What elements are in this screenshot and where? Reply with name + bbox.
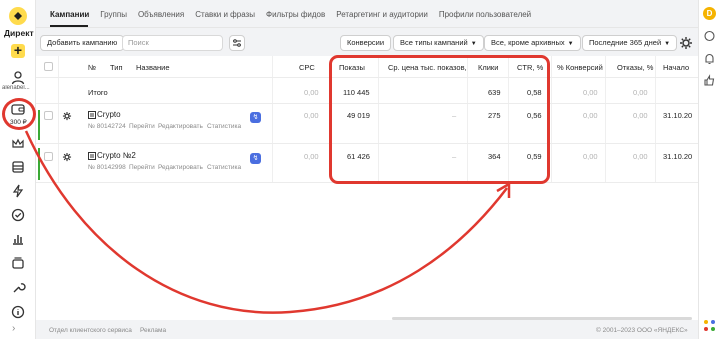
left-sidebar: Директ + alenabel... 300 ₽ › [0,0,36,339]
campaign-types-select[interactable]: Все типы кампаний ▼ [393,35,484,51]
edit-link[interactable]: Редактировать [158,164,203,171]
column-divider [551,56,552,182]
right-sidebar: D [698,0,720,339]
check-circle-icon[interactable] [10,207,26,223]
lightning-icon[interactable] [10,183,26,199]
gear-icon[interactable] [678,35,694,51]
tab-retargeting[interactable]: Ретаргетинг и аудитории [336,8,428,26]
tab-groups[interactable]: Группы [100,8,127,26]
cell-conversions: 0,00 [583,111,598,120]
campaign-id: № 80142998 [88,164,126,171]
add-campaign-button[interactable]: Добавить кампанию [40,35,125,51]
gear-icon[interactable] [62,111,72,121]
column-header-conversions[interactable]: % Конверсий [557,63,603,72]
tab-user-profiles[interactable]: Профили пользователей [439,8,531,26]
cell-cpc: 0,00 [304,111,319,120]
row-checkbox[interactable] [44,152,53,161]
active-status-indicator [38,148,40,180]
campaign-name-link[interactable]: Crypto №2 [97,151,136,160]
horizontal-scrollbar[interactable] [392,317,692,320]
period-value: Последние 365 дней [589,38,662,47]
column-divider [655,56,656,182]
bell-icon[interactable] [703,52,716,65]
avatar[interactable]: D [703,7,716,20]
tab-bids[interactable]: Ставки и фразы [195,8,255,26]
column-header-start[interactable]: Начало [663,63,689,72]
period-select[interactable]: Последние 365 дней ▼ [582,35,678,51]
column-header-bounces[interactable]: Отказы, % [617,63,653,72]
chevron-down-icon: ▼ [470,41,477,47]
cell-bounces: 0,00 [633,152,648,161]
go-to-link[interactable]: Перейти [129,164,155,171]
highlight-circle [2,98,36,130]
conversions-button[interactable]: Конверсии [340,35,392,51]
campaign-type-icon [88,111,96,119]
column-divider [58,56,59,182]
search-input[interactable]: Поиск [122,35,223,51]
statistics-link[interactable]: Статистика [207,164,241,171]
expand-sidebar-icon[interactable]: › [12,323,15,334]
select-all-checkbox[interactable] [44,62,53,71]
yandex-direct-logo-icon[interactable] [9,7,27,25]
strategy-badge-icon[interactable]: ↯ [250,153,261,164]
campaign-types-value: Все типы кампаний [400,38,468,47]
copyright: © 2001–2023 ООО «ЯНДЕКС» [596,327,688,334]
wrench-icon[interactable] [10,280,26,296]
campaign-name-link[interactable]: Crypto [97,110,121,119]
campaign-type-icon [88,152,96,160]
edit-link[interactable]: Редактировать [158,123,203,130]
column-header-num[interactable]: № [88,63,96,72]
cell-bounces: 0,00 [633,111,648,120]
layers-icon[interactable] [10,255,26,271]
user-login-label: alenabel... [2,85,30,91]
user-icon[interactable] [10,70,26,86]
status-filter-value: Все, кроме архивных [491,38,565,47]
total-cpc: 0,00 [304,88,319,97]
highlight-rectangle [329,55,550,184]
chevron-down-icon: ▼ [664,41,671,47]
column-header-name[interactable]: Название [136,63,170,72]
thumbs-up-icon[interactable] [703,74,716,87]
strategy-badge-icon[interactable]: ↯ [250,112,261,123]
gear-icon[interactable] [62,152,72,162]
column-divider [272,56,273,182]
total-bounces: 0,00 [633,88,648,97]
cell-cpc: 0,00 [304,152,319,161]
status-filter-select[interactable]: Все, кроме архивных ▼ [484,35,581,51]
chat-icon[interactable] [703,30,716,43]
statistics-link[interactable]: Статистика [207,123,241,130]
top-tabs: Кампании Группы Объявления Ставки и фраз… [50,8,542,26]
column-header-cpc[interactable]: CPC [299,63,315,72]
conversions-label: Конверсии [347,38,385,47]
create-button[interactable]: + [11,43,25,58]
total-label: Итого [88,88,108,97]
go-to-link[interactable]: Перейти [129,123,155,130]
bar-chart-icon[interactable] [10,231,26,247]
campaigns-list-icon[interactable] [10,159,26,175]
tab-ads[interactable]: Объявления [138,8,184,26]
column-divider [605,56,606,182]
cell-start-date: 31.10.20 [663,152,693,161]
advertising-link[interactable]: Реклама [140,327,166,334]
info-icon[interactable] [10,304,26,320]
tab-feed-filters[interactable]: Фильтры фидов [266,8,325,26]
cell-conversions: 0,00 [583,152,598,161]
total-conversions: 0,00 [583,88,598,97]
campaign-id: № 80142724 [88,123,126,130]
tab-campaigns[interactable]: Кампании [50,8,89,26]
chevron-down-icon: ▼ [567,41,574,47]
row-checkbox[interactable] [44,111,53,120]
active-status-indicator [38,110,40,140]
cell-start-date: 31.10.20 [663,111,693,120]
services-grid-icon[interactable] [703,319,717,333]
filter-settings-icon[interactable] [229,35,245,51]
crown-icon[interactable] [10,135,26,151]
tabs-divider [36,27,698,28]
column-header-type[interactable]: Тип [110,63,123,72]
brand-label: Директ [4,28,34,38]
support-link[interactable]: Отдел клиентского сервиса [49,327,132,334]
